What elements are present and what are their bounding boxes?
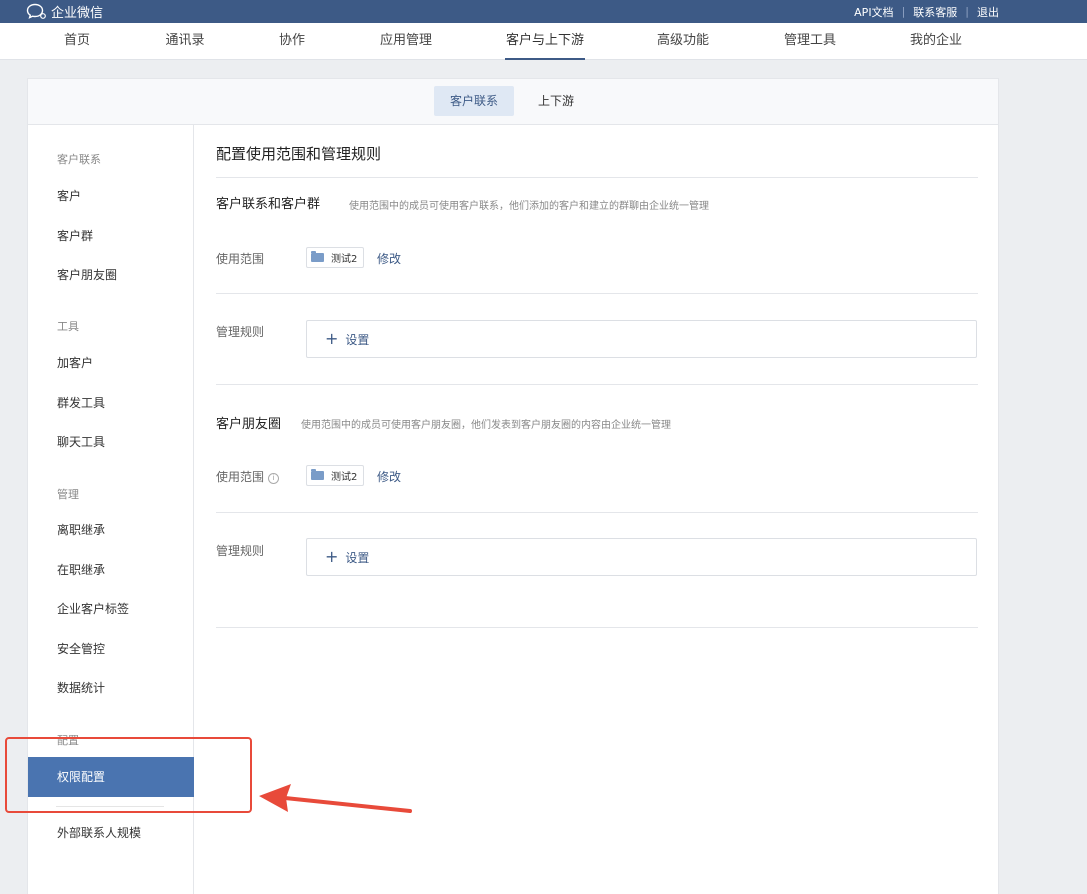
nav-item-my-company[interactable]: 我的企业 — [910, 23, 962, 60]
top-links: API文档 | 联系客服 | 退出 — [854, 0, 999, 23]
sidebar-group-management: 管理 — [57, 488, 79, 501]
sidebar-divider — [56, 806, 164, 807]
sidebar-item-customer-tags[interactable]: 企业客户标签 — [28, 589, 194, 629]
sidebar-item-customer-groups[interactable]: 客户群 — [28, 216, 194, 256]
rule-label: 管理规则 — [216, 544, 265, 558]
sidebar-item-customer-moments[interactable]: 客户朋友圈 — [28, 255, 194, 295]
section-title-moments: 客户朋友圈 — [216, 417, 282, 432]
contact-support-link[interactable]: 联系客服 — [913, 4, 957, 20]
scope-tag: 测试2 — [306, 247, 365, 268]
sub-tabs: 客户联系 上下游 — [28, 79, 998, 125]
plus-icon: + — [325, 547, 339, 566]
section-title-contact-groups: 客户联系和客户群 — [216, 197, 321, 212]
sidebar-item-add-customer[interactable]: 加客户 — [28, 343, 194, 383]
sidebar-item-mass-send[interactable]: 群发工具 — [28, 383, 194, 423]
top-link-separator: | — [901, 5, 906, 18]
section-desc-moments: 使用范围中的成员可使用客户朋友圈，他们发表到客户朋友圈的内容由企业统一管理 — [301, 420, 671, 431]
rule-label: 管理规则 — [216, 325, 265, 339]
nav-item-app-management[interactable]: 应用管理 — [380, 23, 432, 60]
sidebar-item-resigned-inheritance[interactable]: 离职继承 — [28, 510, 194, 550]
rule-setting-button[interactable]: + 设置 — [306, 538, 977, 576]
tab-customer-contact[interactable]: 客户联系 — [434, 86, 515, 116]
sidebar-group-customer-contact: 客户联系 — [57, 153, 101, 166]
sidebar: 客户联系 客户 客户群 客户朋友圈 工具 加客户 群发工具 聊天工具 管理 离职… — [28, 125, 194, 894]
main-nav: 首页 通讯录 协作 应用管理 客户与上下游 高级功能 管理工具 我的企业 — [0, 23, 1087, 60]
nav-item-collaboration[interactable]: 协作 — [279, 23, 305, 60]
top-link-separator: | — [965, 5, 969, 18]
rule-action-label: 设置 — [345, 332, 370, 347]
divider — [216, 177, 978, 178]
sidebar-item-external-contact-scale[interactable]: 外部联系人规模 — [28, 813, 194, 853]
plus-icon: + — [325, 329, 339, 348]
sidebar-group-config: 配置 — [57, 734, 79, 747]
sidebar-item-security-control[interactable]: 安全管控 — [28, 629, 194, 669]
divider — [216, 384, 978, 385]
nav-item-advanced[interactable]: 高级功能 — [657, 23, 709, 60]
logo[interactable]: 企业微信 — [26, 2, 104, 21]
info-icon[interactable]: i — [268, 473, 280, 484]
scope-label: 使用范围 i — [216, 468, 280, 485]
api-docs-link[interactable]: API文档 — [854, 4, 893, 20]
scope-value: 测试2 — [331, 472, 358, 483]
logo-text: 企业微信 — [51, 5, 104, 21]
tab-upstream-downstream[interactable]: 上下游 — [522, 86, 590, 116]
nav-item-contacts[interactable]: 通讯录 — [165, 23, 205, 60]
scope-tag: 测试2 — [306, 465, 365, 486]
scope-label: 使用范围 — [216, 252, 265, 266]
divider — [216, 512, 978, 513]
section-desc-contact-groups: 使用范围中的成员可使用客户联系，他们添加的客户和建立的群聊由企业统一管理 — [349, 201, 709, 212]
modify-scope-link[interactable]: 修改 — [377, 468, 401, 485]
page-title: 配置使用范围和管理规则 — [216, 145, 382, 163]
scope-label-text: 使用范围 — [216, 470, 265, 484]
nav-item-management-tools[interactable]: 管理工具 — [784, 23, 836, 60]
main-card: 客户联系 上下游 客户联系 客户 客户群 客户朋友圈 工具 加客户 群发工具 聊… — [27, 78, 999, 894]
scope-value: 测试2 — [331, 254, 358, 265]
nav-item-customers-upstream[interactable]: 客户与上下游 — [505, 23, 585, 60]
sidebar-item-permission-config[interactable]: 权限配置 — [28, 757, 194, 797]
sidebar-item-data-statistics[interactable]: 数据统计 — [28, 668, 194, 708]
wecom-logo-icon — [26, 3, 46, 19]
sidebar-group-tools: 工具 — [57, 320, 79, 333]
folder-icon — [311, 251, 324, 262]
logout-link[interactable]: 退出 — [977, 4, 999, 20]
rule-setting-button[interactable]: + 设置 — [306, 320, 977, 358]
divider — [216, 627, 978, 628]
rule-action-label: 设置 — [345, 550, 370, 565]
sidebar-item-onjob-inheritance[interactable]: 在职继承 — [28, 550, 194, 590]
top-bar: 企业微信 API文档 | 联系客服 | 退出 — [0, 0, 1087, 23]
sidebar-item-chat-tools[interactable]: 聊天工具 — [28, 422, 194, 462]
sidebar-item-customers[interactable]: 客户 — [28, 176, 194, 216]
nav-item-home[interactable]: 首页 — [64, 23, 90, 60]
folder-icon — [311, 469, 324, 480]
modify-scope-link[interactable]: 修改 — [377, 250, 401, 267]
divider — [216, 293, 978, 294]
